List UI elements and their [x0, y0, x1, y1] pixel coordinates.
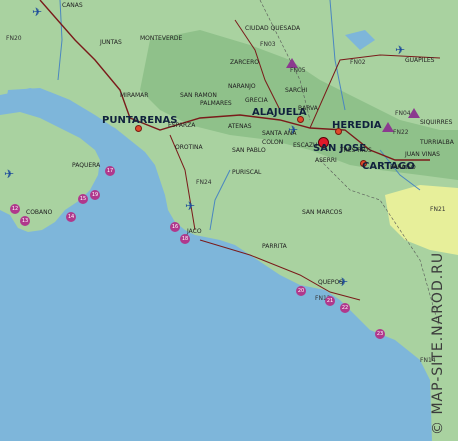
- town-label: ESPARZA: [168, 122, 196, 129]
- beach-marker[interactable]: 13: [20, 216, 30, 226]
- town-label: CIUDAD QUESADA: [245, 25, 301, 32]
- road-label: FN02: [350, 59, 366, 66]
- airport-icon: ✈: [395, 43, 406, 57]
- beach-marker[interactable]: 23: [375, 329, 385, 339]
- beach-marker[interactable]: 18: [180, 234, 190, 244]
- town-label: COBANO: [26, 209, 53, 216]
- road-label: FN20: [6, 35, 22, 42]
- town-label: GRECIA: [245, 97, 268, 104]
- beach-marker[interactable]: 15: [78, 194, 88, 204]
- town-label: ATENAS: [228, 123, 252, 130]
- beach-marker[interactable]: 19: [90, 190, 100, 200]
- beach-marker[interactable]: 14: [66, 212, 76, 222]
- town-label: BARVA: [298, 105, 318, 112]
- city-label-heredia: HEREDIA: [332, 120, 382, 131]
- road-label: FN24: [196, 179, 212, 186]
- town-label: NARANJO: [228, 83, 256, 90]
- town-label: PARRITA: [262, 243, 287, 250]
- town-label: SARCHI: [285, 87, 308, 94]
- airport-icon: ✈: [32, 5, 43, 19]
- road-label: FN05: [290, 67, 306, 74]
- town-label: JUNTAS: [100, 39, 122, 46]
- beach-marker[interactable]: 12: [10, 204, 20, 214]
- town-label: ASERRI: [315, 157, 337, 164]
- town-label: PARAISO: [390, 164, 416, 171]
- airport-icon: ✈: [185, 199, 196, 213]
- town-label: SANTA ANA: [262, 130, 297, 137]
- beach-marker[interactable]: 17: [105, 166, 115, 176]
- town-label: MIRAMAR: [120, 92, 149, 99]
- beach-marker[interactable]: 20: [296, 286, 306, 296]
- beach-marker[interactable]: 21: [325, 296, 335, 306]
- city-label-puntarenas: PUNTARENAS: [102, 115, 178, 126]
- town-label: TURRIALBA: [420, 139, 454, 146]
- town-label: SIQUIRRES: [420, 119, 453, 126]
- road-label: FN03: [260, 41, 276, 48]
- town-label: CANAS: [62, 2, 83, 9]
- city-marker-puntarenas[interactable]: [135, 125, 142, 132]
- watermark: © MAP-SITE.NAROD.RU: [430, 251, 446, 435]
- road-label: FN04: [395, 110, 411, 117]
- road-label: FN22: [393, 129, 409, 136]
- road-label: FN21: [430, 206, 446, 213]
- town-label: OROTINA: [175, 144, 203, 151]
- map-canvas[interactable]: ✈ ✈ ✈ ✈ ✈ ✈ PUNTARENAS ALAJUELA HEREDIA …: [0, 0, 458, 441]
- town-label: ESCAZU: [293, 142, 318, 149]
- town-label: SAN RAMON: [180, 92, 217, 99]
- beach-marker[interactable]: 16: [170, 222, 180, 232]
- town-label: PURISCAL: [232, 169, 262, 176]
- town-label: JUAN VINAS: [405, 151, 440, 158]
- town-label: GUAPILES: [405, 57, 435, 64]
- town-label: QUEPOS: [318, 279, 344, 286]
- town-label: TRES RIOS: [340, 147, 372, 154]
- town-label: JACO: [187, 228, 202, 235]
- town-label: ZARCERO: [230, 59, 259, 66]
- town-label: COLON: [262, 139, 284, 146]
- town-label: SAN MARCOS: [302, 209, 343, 216]
- beach-marker[interactable]: 22: [340, 303, 350, 313]
- town-label: MONTEVERDE: [140, 35, 183, 42]
- town-label: SAN PABLO: [232, 147, 266, 154]
- airport-icon: ✈: [4, 167, 15, 181]
- town-label: PAQUERA: [72, 162, 101, 169]
- town-label: PALMARES: [200, 100, 232, 107]
